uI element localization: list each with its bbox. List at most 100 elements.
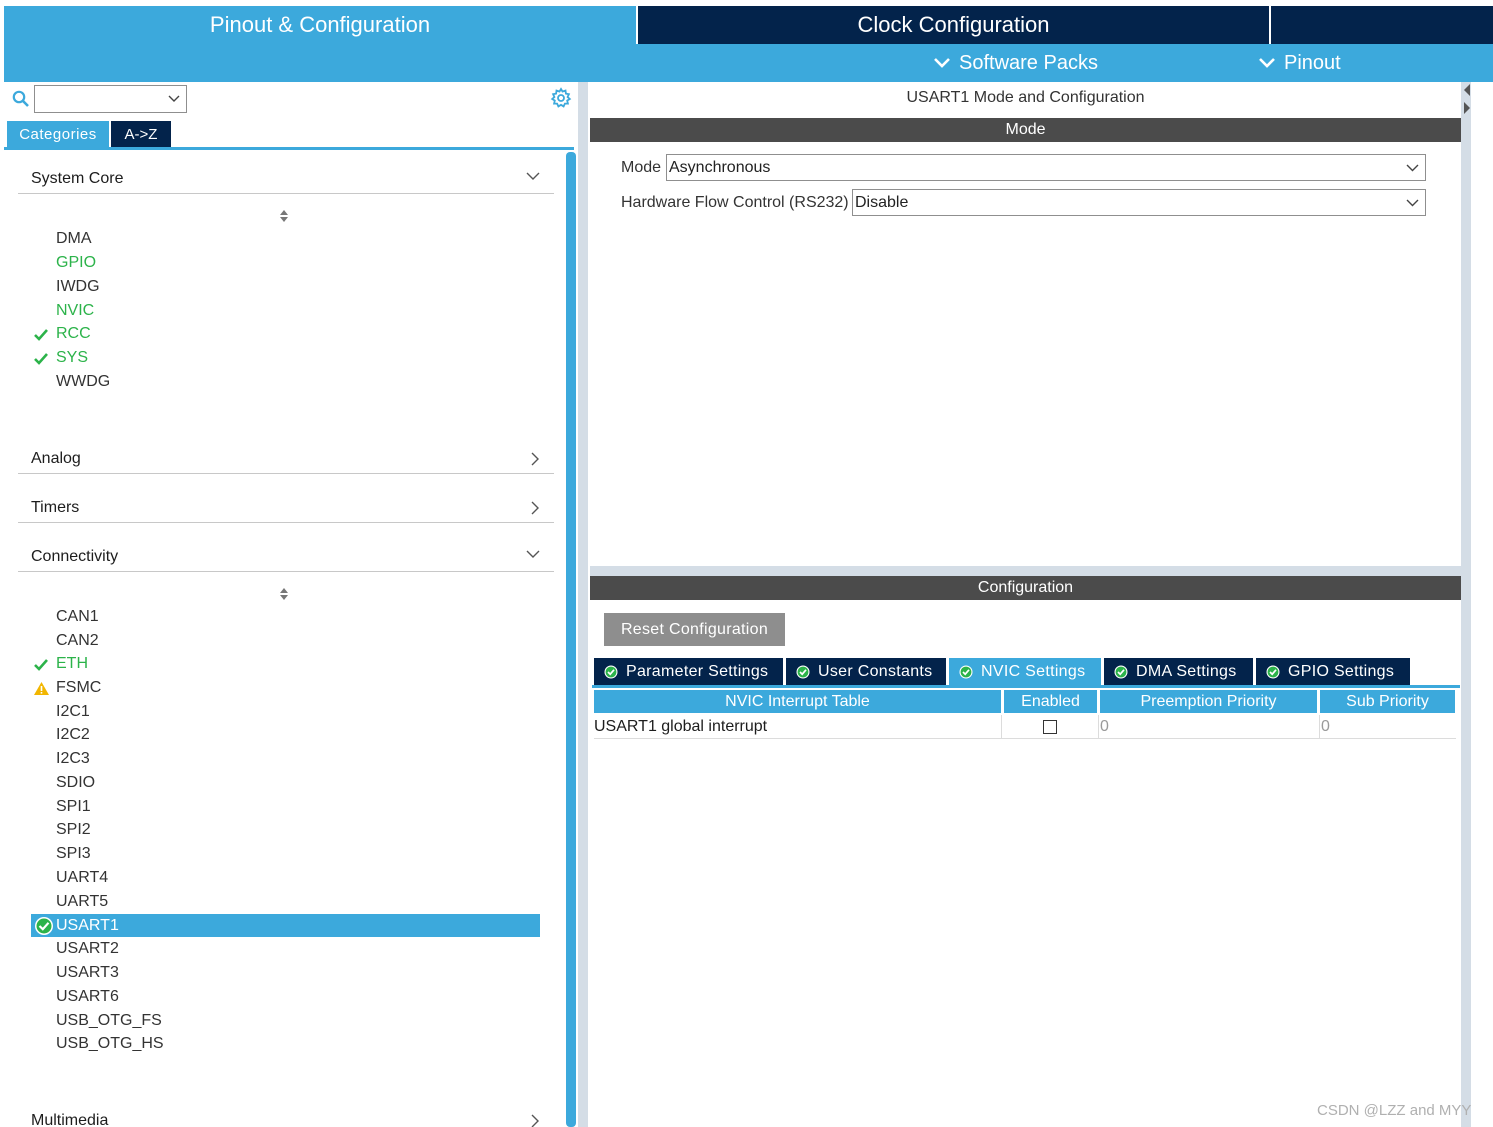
- category-timers[interactable]: Timers: [18, 493, 554, 523]
- list-item-fsmc[interactable]: FSMC: [56, 677, 101, 699]
- panel-divider[interactable]: [578, 82, 588, 1127]
- list-item-eth[interactable]: ETH: [56, 653, 88, 675]
- flow-control-label: Hardware Flow Control (RS232): [621, 194, 849, 211]
- tabs-underline: [592, 685, 1460, 688]
- tab-extra[interactable]: [1271, 6, 1493, 44]
- check-icon: [34, 329, 48, 341]
- chevron-down-icon: [1259, 58, 1275, 68]
- list-item-i2c3[interactable]: I2C3: [56, 748, 90, 770]
- mode-configuration-panel: USART1 Mode and Configuration Mode Mode …: [590, 82, 1461, 1127]
- chevron-right-icon: [531, 501, 539, 515]
- mode-select[interactable]: Asynchronous: [666, 154, 1426, 181]
- category-label: Timers: [31, 499, 80, 516]
- pinout-label: Pinout: [1284, 51, 1341, 74]
- table-header-enabled[interactable]: Enabled: [1004, 690, 1097, 713]
- list-item-sdio[interactable]: SDIO: [56, 772, 95, 794]
- check-circle-icon: [1266, 665, 1280, 678]
- tab-pinout-configuration[interactable]: Pinout & Configuration: [4, 6, 636, 44]
- tab-label: NVIC Settings: [981, 662, 1086, 680]
- list-item-wwdg[interactable]: WWDG: [56, 371, 110, 393]
- list-item-iwdg[interactable]: IWDG: [56, 276, 100, 298]
- category-analog[interactable]: Analog: [18, 444, 554, 474]
- category-label: Multimedia: [31, 1112, 109, 1127]
- list-item-usb-otg-fs[interactable]: USB_OTG_FS: [56, 1010, 162, 1032]
- search-icon[interactable]: [12, 90, 30, 108]
- tab-categories[interactable]: Categories: [7, 121, 109, 147]
- tab-user-constants[interactable]: User Constants: [786, 658, 946, 685]
- tab-label: GPIO Settings: [1288, 662, 1395, 680]
- list-item-i2c1[interactable]: I2C1: [56, 701, 90, 723]
- tab-clock-configuration[interactable]: Clock Configuration: [638, 6, 1269, 44]
- mode-select-value: Asynchronous: [669, 159, 771, 176]
- list-item-usart6[interactable]: USART6: [56, 986, 119, 1008]
- pinout-menu[interactable]: Pinout: [1258, 44, 1341, 82]
- enabled-checkbox[interactable]: [1043, 720, 1057, 734]
- list-item-spi1[interactable]: SPI1: [56, 796, 91, 818]
- list-item-usb-otg-hs[interactable]: USB_OTG_HS: [56, 1033, 164, 1055]
- list-item-uart4[interactable]: UART4: [56, 867, 108, 889]
- chevron-down-icon: [168, 95, 180, 102]
- chevron-down-icon: [934, 58, 950, 68]
- table-cell-sub-priority[interactable]: 0: [1319, 715, 1456, 739]
- sort-icon[interactable]: [278, 209, 290, 223]
- check-circle-icon: [35, 917, 53, 935]
- list-item-usart3[interactable]: USART3: [56, 962, 119, 984]
- software-packs-label: Software Packs: [959, 51, 1098, 74]
- categories-scrollbar[interactable]: [566, 152, 576, 1127]
- table-cell-preemption[interactable]: 0: [1098, 715, 1319, 739]
- flow-control-value: Disable: [855, 194, 909, 211]
- list-item-rcc[interactable]: RCC: [56, 323, 91, 345]
- list-item-gpio[interactable]: GPIO: [56, 252, 96, 274]
- tab-nvic-settings[interactable]: NVIC Settings: [949, 658, 1101, 685]
- reset-configuration-button[interactable]: Reset Configuration: [604, 613, 785, 646]
- categories-panel: Categories A->Z System Core DMA GPIO IWD…: [4, 82, 578, 1127]
- category-connectivity[interactable]: Connectivity: [18, 542, 554, 572]
- top-header: Pinout & Configuration Clock Configurati…: [0, 0, 1493, 82]
- tab-parameter-settings[interactable]: Parameter Settings: [594, 658, 783, 685]
- tab-gpio-settings[interactable]: GPIO Settings: [1256, 658, 1410, 685]
- category-label: Connectivity: [31, 548, 119, 565]
- list-item-usart2[interactable]: USART2: [56, 938, 119, 960]
- stm32cubemx-window: Pinout & Configuration Clock Configurati…: [0, 0, 1493, 1127]
- sort-icon[interactable]: [278, 587, 290, 601]
- flow-control-select[interactable]: Disable: [852, 189, 1426, 216]
- list-item-sys[interactable]: SYS: [56, 347, 88, 369]
- list-item-can1[interactable]: CAN1: [56, 606, 99, 628]
- chevron-down-icon: [1406, 199, 1419, 207]
- watermark: CSDN @LZZ and MYY: [1317, 1102, 1472, 1119]
- check-circle-icon: [959, 665, 973, 678]
- list-item-uart5[interactable]: UART5: [56, 891, 108, 913]
- list-item-i2c2[interactable]: I2C2: [56, 724, 90, 746]
- chevron-right-icon: [531, 1114, 539, 1127]
- tab-a-z[interactable]: A->Z: [111, 121, 171, 147]
- check-circle-icon: [604, 665, 618, 678]
- check-circle-icon: [796, 665, 810, 678]
- mode-label: Mode: [621, 159, 662, 176]
- list-item-spi3[interactable]: SPI3: [56, 843, 91, 865]
- table-header-preemption[interactable]: Preemption Priority: [1100, 690, 1317, 713]
- software-packs-menu[interactable]: Software Packs: [933, 44, 1098, 82]
- table-header-interrupt[interactable]: NVIC Interrupt Table: [594, 690, 1001, 713]
- gear-icon[interactable]: [550, 87, 572, 109]
- table-header-sub-priority[interactable]: Sub Priority: [1320, 690, 1455, 713]
- list-item-spi2[interactable]: SPI2: [56, 819, 91, 841]
- splitter[interactable]: [590, 566, 1461, 576]
- tab-label: DMA Settings: [1136, 662, 1237, 680]
- list-item-nvic[interactable]: NVIC: [56, 300, 94, 322]
- collapse-arrows-icon[interactable]: [1462, 82, 1472, 122]
- tab-label: Parameter Settings: [626, 662, 769, 680]
- category-multimedia[interactable]: Multimedia: [18, 1106, 554, 1127]
- check-icon: [34, 659, 48, 671]
- list-item-dma[interactable]: DMA: [56, 228, 92, 250]
- warning-icon: [34, 682, 49, 695]
- chevron-down-icon: [526, 172, 540, 180]
- tab-dma-settings[interactable]: DMA Settings: [1104, 658, 1253, 685]
- list-item-can2[interactable]: CAN2: [56, 630, 99, 652]
- list-item-usart1-selected[interactable]: USART1: [31, 914, 540, 937]
- check-circle-icon: [1114, 665, 1128, 678]
- tab-underline: [4, 147, 574, 150]
- category-system-core[interactable]: System Core: [18, 164, 554, 194]
- search-input[interactable]: [34, 85, 187, 113]
- right-scrollbar[interactable]: [1461, 82, 1471, 1127]
- mode-header: Mode: [590, 118, 1461, 142]
